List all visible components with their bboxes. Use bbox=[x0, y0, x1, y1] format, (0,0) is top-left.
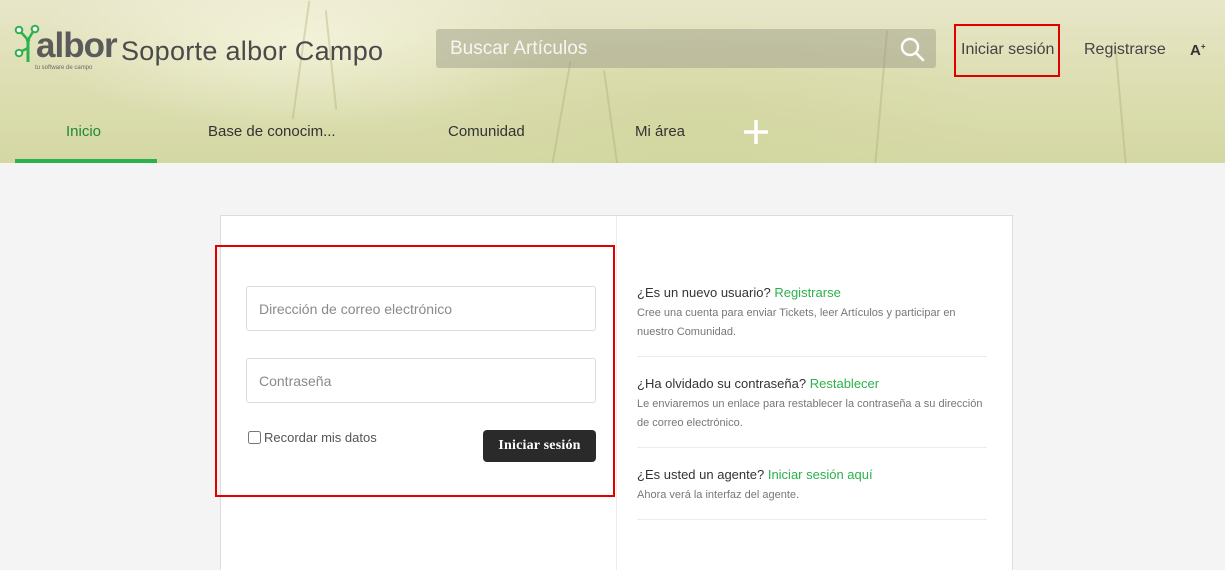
login-submit-button[interactable]: Iniciar sesión bbox=[483, 430, 596, 462]
info-separator bbox=[637, 447, 987, 448]
search-input[interactable] bbox=[436, 29, 886, 68]
header-banner: albor tu software de campo Soporte albor… bbox=[0, 0, 1225, 163]
reset-password-link[interactable]: Restablecer bbox=[810, 376, 879, 391]
tab-comunidad[interactable]: Comunidad bbox=[448, 123, 525, 140]
register-link[interactable]: Registrarse bbox=[774, 285, 840, 300]
tab-base-de-conocimiento[interactable]: Base de conocim... bbox=[208, 123, 336, 140]
albor-logo[interactable]: albor tu software de campo bbox=[14, 24, 118, 76]
info-separator bbox=[637, 356, 987, 357]
remember-checkbox[interactable] bbox=[248, 431, 261, 444]
agent-login-link[interactable]: Iniciar sesión aquí bbox=[768, 467, 873, 482]
email-field[interactable] bbox=[246, 286, 596, 331]
tab-inicio[interactable]: Inicio bbox=[66, 123, 101, 140]
password-field[interactable] bbox=[246, 358, 596, 403]
site-title: Soporte albor Campo bbox=[121, 36, 384, 66]
info-agent: ¿Es usted un agente? Iniciar sesión aquí… bbox=[637, 467, 987, 505]
logo-tagline: tu software de campo bbox=[35, 65, 93, 71]
info-forgot-password: ¿Ha olvidado su contraseña? Restablecer … bbox=[637, 376, 987, 433]
font-size-letter: A bbox=[1190, 42, 1201, 59]
font-size-plus: + bbox=[1200, 42, 1206, 51]
tab-mi-area[interactable]: Mi área bbox=[635, 123, 685, 140]
card-divider bbox=[616, 216, 617, 570]
login-highlight-box bbox=[954, 24, 1060, 77]
font-size-icon[interactable]: A+ bbox=[1190, 42, 1206, 59]
search-bar[interactable] bbox=[436, 29, 936, 68]
logo-wordmark: albor bbox=[36, 26, 118, 65]
info-description: Cree una cuenta para enviar Tickets, lee… bbox=[637, 307, 956, 338]
info-new-user: ¿Es un nuevo usuario? Registrarse Cree u… bbox=[637, 285, 987, 342]
header-register-link[interactable]: Registrarse bbox=[1084, 41, 1166, 59]
active-tab-indicator bbox=[15, 159, 157, 163]
remember-label: Recordar mis datos bbox=[264, 430, 377, 445]
info-description: Ahora verá la interfaz del agente. bbox=[637, 489, 800, 501]
plus-icon[interactable] bbox=[742, 118, 770, 146]
search-icon[interactable] bbox=[899, 36, 925, 62]
info-question: ¿Es un nuevo usuario? bbox=[637, 285, 771, 300]
remember-me[interactable]: Recordar mis datos bbox=[248, 430, 377, 445]
info-question: ¿Es usted un agente? bbox=[637, 467, 765, 482]
info-question: ¿Ha olvidado su contraseña? bbox=[637, 376, 807, 391]
info-description: Le enviaremos un enlace para restablecer… bbox=[637, 398, 983, 429]
info-separator bbox=[637, 519, 987, 520]
